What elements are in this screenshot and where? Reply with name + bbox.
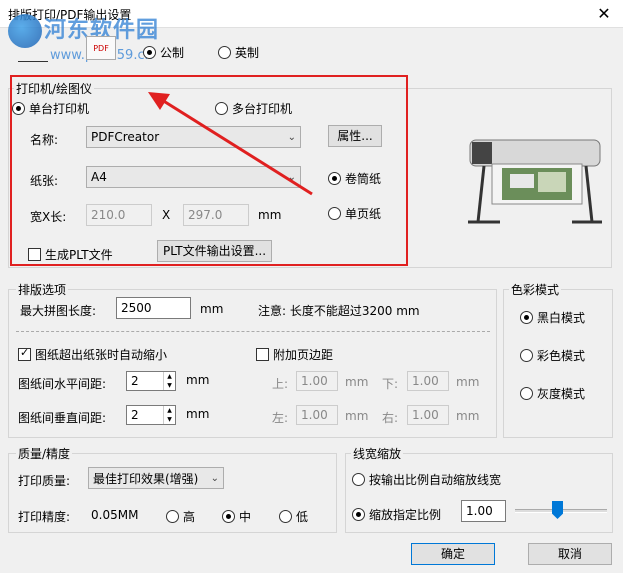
stepper-up-icon[interactable]: ▲ <box>164 372 175 381</box>
color-group-title: 色彩模式 <box>509 281 562 298</box>
h-gap-stepper[interactable]: 2 ▲ ▼ <box>126 371 176 391</box>
max-length-field[interactable]: 2500 <box>116 297 191 319</box>
margin-top-field[interactable]: 1.00 <box>296 371 338 391</box>
linewidth-scale-field[interactable]: 1.00 <box>461 500 506 522</box>
h-gap-unit: mm <box>186 373 210 387</box>
radio-dot <box>520 311 533 324</box>
quality-label: 打印质量: <box>18 474 71 488</box>
checkbox-box <box>256 348 269 361</box>
margin-left-unit: mm <box>345 409 369 423</box>
precision-mid-radio[interactable]: 中 <box>222 508 251 525</box>
color-mode-radio[interactable]: 彩色模式 <box>520 347 585 364</box>
v-gap-label: 图纸间垂直间距: <box>18 411 107 425</box>
h-gap-label: 图纸间水平间距: <box>18 377 107 391</box>
margin-right-field[interactable]: 1.00 <box>407 405 449 425</box>
pdf-icon: PDF <box>86 36 116 60</box>
unit-metric-radio[interactable]: 公制 <box>143 44 184 61</box>
auto-shrink-checkbox[interactable]: 图纸超出纸张时自动缩小 <box>18 346 167 363</box>
auto-shrink-label: 图纸超出纸张时自动缩小 <box>35 348 168 362</box>
v-gap-value: 2 <box>131 408 139 422</box>
precision-label: 打印精度: <box>18 510 71 524</box>
gray-mode-radio[interactable]: 灰度模式 <box>520 385 585 402</box>
unit-imperial-radio[interactable]: 英制 <box>218 44 259 61</box>
annotation-arrow-icon <box>148 92 313 196</box>
gray-mode-label: 灰度模式 <box>537 387 586 401</box>
max-length-unit: mm <box>200 302 224 316</box>
stepper-down-icon[interactable]: ▼ <box>164 381 175 390</box>
stepper-down-icon[interactable]: ▼ <box>164 415 175 424</box>
max-length-note: 注意: 长度不能超过3200 mm <box>258 304 420 318</box>
layout-group-title: 排版选项 <box>16 281 69 298</box>
margin-right-unit: mm <box>456 409 480 423</box>
radio-dot <box>279 510 292 523</box>
margin-bottom-unit: mm <box>456 375 480 389</box>
precision-high-radio[interactable]: 高 <box>166 508 195 525</box>
radio-dot <box>143 46 156 59</box>
plotter-image <box>468 139 602 224</box>
max-length-label: 最大拼图长度: <box>20 304 97 318</box>
radio-dot <box>218 46 231 59</box>
margin-bottom-label: 下: <box>382 377 399 391</box>
bw-mode-label: 黑白模式 <box>537 311 586 325</box>
radio-dot <box>352 473 365 486</box>
quality-value: 最佳打印效果(增强) <box>93 471 199 486</box>
v-gap-stepper[interactable]: 2 ▲ ▼ <box>126 405 176 425</box>
add-margin-label: 附加页边距 <box>273 348 334 362</box>
bw-mode-radio[interactable]: 黑白模式 <box>520 309 585 326</box>
margin-left-field[interactable]: 1.00 <box>296 405 338 425</box>
color-mode-label: 彩色模式 <box>537 349 586 363</box>
unit-imperial-label: 英制 <box>235 46 260 60</box>
linewidth-group-title: 线宽缩放 <box>351 445 404 462</box>
auto-linewidth-label: 按输出比例自动缩放线宽 <box>369 473 502 487</box>
auto-linewidth-radio[interactable]: 按输出比例自动缩放线宽 <box>352 471 501 488</box>
radio-dot <box>352 508 365 521</box>
precision-low-radio[interactable]: 低 <box>279 508 308 525</box>
quality-select[interactable]: 最佳打印效果(增强) ⌄ <box>88 467 224 489</box>
watermark-logo-icon <box>8 14 42 48</box>
fixed-linewidth-radio[interactable]: 缩放指定比例 <box>352 506 441 523</box>
add-margin-checkbox[interactable]: 附加页边距 <box>256 346 333 363</box>
cancel-button[interactable]: 取消 <box>528 543 612 565</box>
stepper-up-icon[interactable]: ▲ <box>164 406 175 415</box>
margin-top-unit: mm <box>345 375 369 389</box>
checkbox-box <box>18 346 31 361</box>
radio-dot <box>222 510 235 523</box>
margin-top-label: 上: <box>272 377 289 391</box>
margin-left-label: 左: <box>272 411 289 425</box>
radio-dot <box>520 349 533 362</box>
chevron-down-icon: ⌄ <box>210 472 219 484</box>
unit-metric-label: 公制 <box>160 46 185 60</box>
layout-divider <box>16 331 490 332</box>
margin-right-label: 右: <box>382 411 399 425</box>
precision-low-label: 低 <box>296 510 309 524</box>
quality-group-title: 质量/精度 <box>16 445 73 462</box>
close-icon[interactable]: ✕ <box>593 3 615 25</box>
v-gap-unit: mm <box>186 407 210 421</box>
radio-dot <box>166 510 179 523</box>
precision-value: 0.05MM <box>91 508 139 522</box>
h-gap-value: 2 <box>131 374 139 388</box>
margin-bottom-field[interactable]: 1.00 <box>407 371 449 391</box>
radio-dot <box>520 387 533 400</box>
ruler-icon <box>18 54 48 62</box>
fixed-linewidth-label: 缩放指定比例 <box>369 508 442 522</box>
precision-high-label: 高 <box>183 510 196 524</box>
ok-button[interactable]: 确定 <box>411 543 495 565</box>
precision-mid-label: 中 <box>239 510 252 524</box>
